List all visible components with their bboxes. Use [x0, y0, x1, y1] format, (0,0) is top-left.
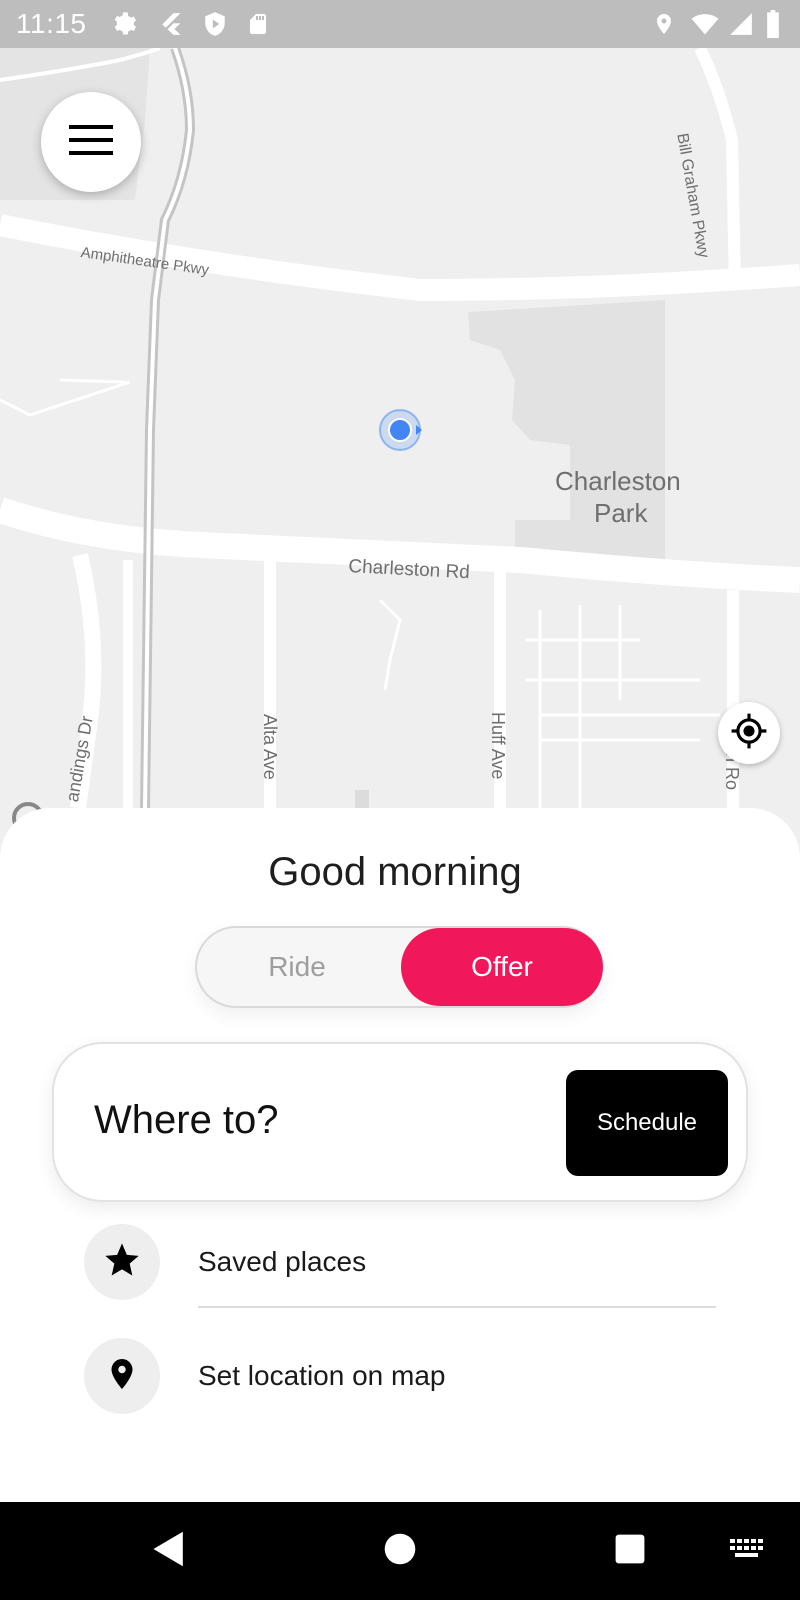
keyboard-icon	[730, 1537, 764, 1566]
status-bar: 11:15	[0, 0, 800, 48]
location-icon	[652, 10, 676, 43]
map-pin-icon-circle	[84, 1338, 160, 1414]
menu-button[interactable]	[41, 92, 141, 192]
bottom-sheet: Good morning Ride Offer Where to? Schedu…	[0, 808, 800, 1502]
flutter-icon	[158, 10, 184, 43]
set-location-on-map-item[interactable]: Set location on map	[0, 1336, 800, 1416]
saved-places-label: Saved places	[198, 1246, 367, 1277]
system-nav-bar	[0, 1502, 800, 1600]
recents-button[interactable]	[605, 1526, 655, 1576]
back-icon	[151, 1530, 187, 1573]
status-time: 11:15	[16, 8, 87, 39]
sd-card-icon	[246, 10, 270, 43]
where-to-label[interactable]: Where to?	[94, 1098, 279, 1143]
hamburger-menu-icon	[67, 122, 115, 163]
play-protect-icon	[202, 10, 228, 43]
battery-icon	[764, 10, 782, 43]
where-to-search[interactable]: Where to? Schedule	[52, 1042, 748, 1202]
map-label-charleston-park-2: Park	[594, 498, 648, 528]
home-button[interactable]	[375, 1526, 425, 1576]
map-label-alta: Alta Ave	[260, 714, 280, 780]
keyboard-button[interactable]	[722, 1526, 772, 1576]
map-label-huff: Huff Ave	[488, 712, 508, 780]
greeting-title: Good morning	[268, 850, 522, 894]
signal-icon	[728, 10, 754, 43]
back-button[interactable]	[144, 1526, 194, 1576]
saved-places-item[interactable]: Saved places	[0, 1222, 800, 1302]
schedule-button[interactable]: Schedule	[566, 1070, 728, 1176]
tab-ride[interactable]: Ride	[197, 928, 397, 1006]
wifi-icon	[690, 10, 720, 43]
my-location-icon	[730, 712, 768, 755]
home-icon	[383, 1532, 417, 1571]
list-divider	[198, 1306, 716, 1308]
set-location-label: Set location on map	[198, 1360, 446, 1391]
recents-icon	[614, 1533, 646, 1570]
map-pin-icon	[104, 1354, 140, 1399]
user-location-dot	[379, 409, 422, 451]
my-location-button[interactable]	[718, 702, 780, 764]
star-icon	[102, 1240, 142, 1285]
tab-offer[interactable]: Offer	[401, 928, 603, 1006]
star-icon-circle	[84, 1224, 160, 1300]
ride-offer-toggle[interactable]: Ride Offer	[195, 926, 603, 1008]
settings-icon	[110, 10, 138, 43]
map-label-charleston-park-1: Charleston	[555, 466, 681, 496]
